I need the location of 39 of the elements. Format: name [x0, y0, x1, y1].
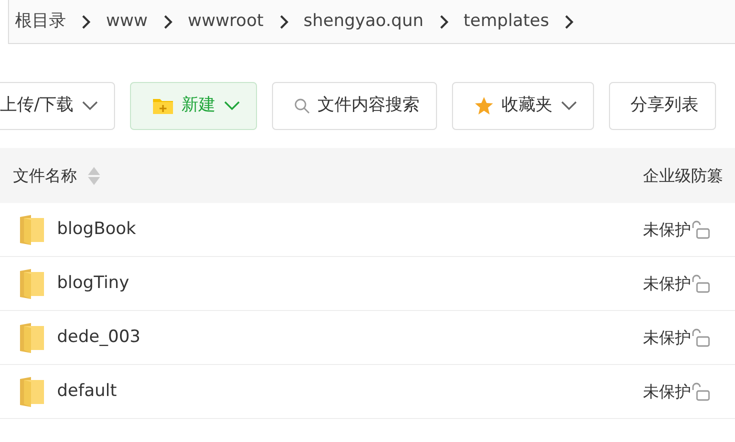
breadcrumb-link[interactable]: shengyao.qun — [304, 8, 424, 34]
toolbar-button[interactable]: 收藏夹 — [452, 82, 594, 130]
folder-name[interactable]: default — [57, 378, 117, 404]
breadcrumb-link[interactable]: www — [106, 8, 148, 34]
folder-name[interactable]: blogTiny — [57, 270, 130, 296]
search-icon — [294, 98, 310, 114]
folder-name[interactable]: blogBook — [57, 216, 136, 242]
unlocked-icon[interactable] — [691, 382, 711, 402]
unlocked-icon[interactable] — [691, 220, 711, 240]
protection-status: 未保护 — [643, 272, 691, 294]
protection-status: 未保护 — [643, 326, 691, 348]
breadcrumb-link[interactable]: 根目录 — [15, 8, 66, 34]
folder-icon — [19, 268, 45, 300]
column-header: 企业级防篡 — [643, 164, 723, 186]
protection-status: 未保护 — [643, 218, 691, 240]
breadcrumb-link[interactable]: wwwroot — [188, 8, 264, 34]
breadcrumb-link[interactable]: templates — [464, 8, 550, 34]
chevron-down-icon — [224, 101, 240, 111]
unlocked-icon[interactable] — [691, 328, 711, 348]
chevron-right-icon — [563, 14, 576, 30]
chevron-right-icon — [162, 14, 174, 30]
unlocked-icon[interactable] — [691, 274, 711, 294]
chevron-right-icon — [438, 14, 450, 30]
chevron-down-icon — [82, 101, 98, 111]
folder-name[interactable]: dede_003 — [57, 324, 140, 350]
sort-icon[interactable] — [87, 166, 101, 186]
folder-icon — [19, 376, 45, 408]
star-icon — [474, 96, 494, 116]
column-header[interactable]: 文件名称 — [13, 164, 77, 188]
search-button[interactable]: 文件内容搜索 — [272, 82, 437, 130]
chevron-right-icon — [80, 14, 92, 30]
chevron-right-icon — [278, 14, 290, 30]
chevron-down-icon — [560, 101, 577, 111]
folder-icon — [19, 214, 45, 246]
folder-plus-icon — [152, 97, 174, 115]
toolbar-button[interactable]: 分享列表 — [608, 82, 716, 130]
protection-status: 未保护 — [643, 380, 691, 402]
folder-icon — [19, 322, 45, 354]
toolbar-button[interactable]: 上传/下载 — [0, 82, 115, 130]
